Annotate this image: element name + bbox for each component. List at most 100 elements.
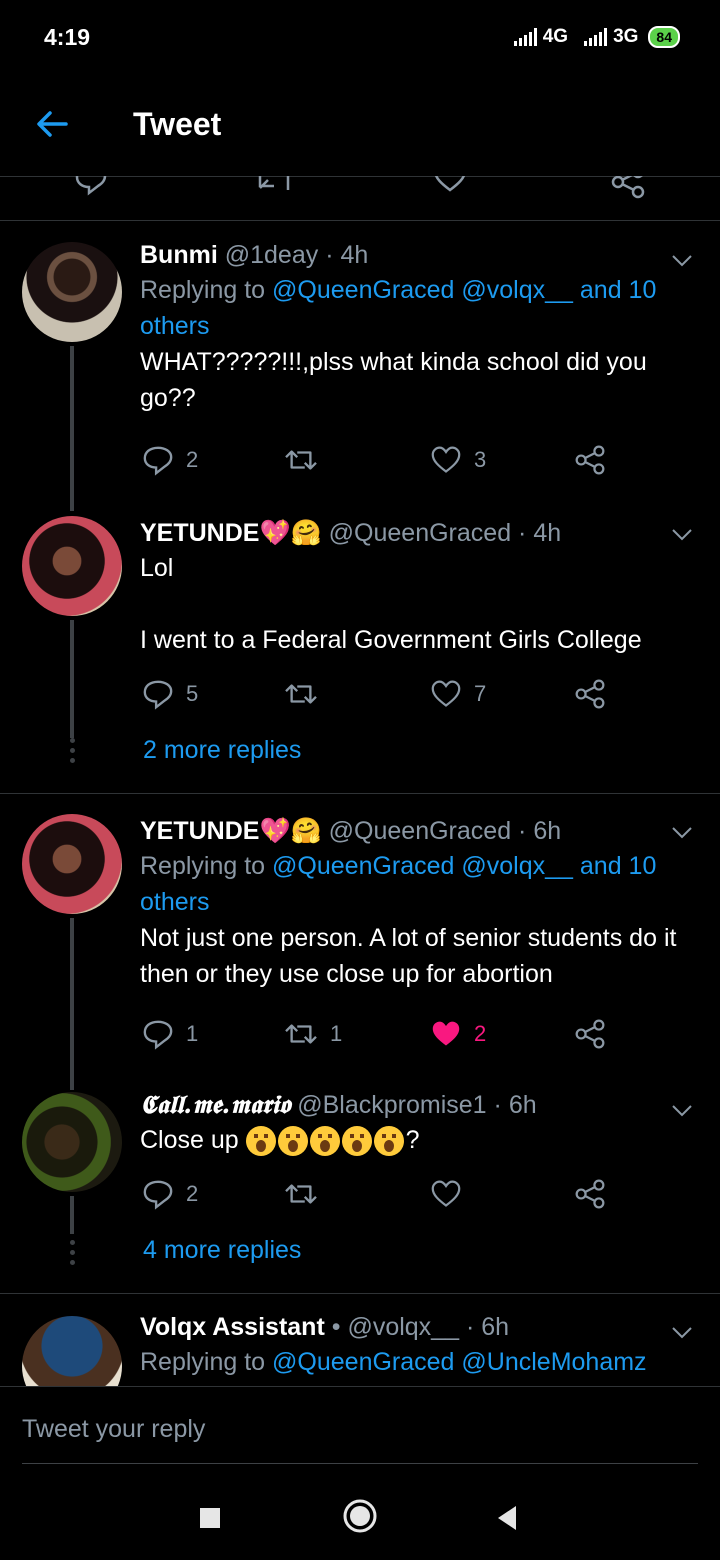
like-icon[interactable]	[432, 176, 468, 194]
display-name[interactable]: Bunmi	[140, 241, 218, 269]
thread-line	[70, 346, 74, 511]
handle[interactable]: @volqx__	[347, 1313, 459, 1341]
share-icon	[575, 1179, 605, 1209]
tweet-text: Close up ?	[140, 1122, 685, 1158]
reply-composer: Tweet your reply	[0, 1386, 720, 1477]
avatar[interactable]	[22, 242, 122, 342]
avatar[interactable]	[22, 516, 122, 616]
retweet-icon	[285, 1024, 317, 1044]
retweet-button[interactable]	[284, 674, 330, 714]
back-arrow-icon[interactable]	[34, 106, 70, 142]
retweet-count: 1	[330, 1021, 343, 1046]
thread-line	[70, 620, 74, 738]
system-nav-bar	[0, 1476, 720, 1560]
retweet-button[interactable]	[284, 1174, 330, 1214]
share-button[interactable]	[574, 440, 606, 480]
like-button[interactable]: 7	[430, 674, 486, 714]
input-underline	[22, 1463, 698, 1464]
handle[interactable]: @QueenGraced	[329, 817, 511, 845]
tweet-actions: 2 3	[142, 440, 622, 480]
avatar[interactable]	[22, 1316, 122, 1386]
reply-input[interactable]: Tweet your reply	[22, 1415, 205, 1444]
share-icon	[575, 1019, 605, 1049]
tweet-header: YETUNDE💖🤗 @QueenGraced · 6h	[140, 814, 685, 848]
reply-count: 5	[186, 681, 199, 706]
retweet-icon	[285, 1184, 317, 1204]
divider	[0, 1293, 720, 1294]
separator: ·	[493, 1091, 502, 1119]
tweet-yetunde-reply[interactable]: YETUNDE💖🤗 @QueenGraced · 4h Lol I went t…	[0, 500, 720, 792]
handle[interactable]: @Blackpromise1	[297, 1091, 486, 1119]
like-button[interactable]	[430, 1174, 474, 1214]
replying-to: Replying to @QueenGraced @UncleMohamz	[140, 1344, 685, 1380]
separator: ·	[518, 519, 527, 547]
like-button[interactable]: 3	[430, 440, 486, 480]
display-name[interactable]: YETUNDE💖🤗	[140, 519, 322, 547]
heart-filled-icon	[432, 1021, 460, 1046]
share-button[interactable]	[574, 1174, 606, 1214]
tweet-volqx[interactable]: Volqx Assistant • @volqx__ · 6h Replying…	[0, 1300, 720, 1386]
reply-icon	[143, 680, 173, 710]
tweet-mario[interactable]: 𝕮𝖆𝖑𝖑.𝖒𝖊.𝖒𝖆𝖗𝖎𝖔 @Blackpromise1 · 6h Close …	[0, 1078, 720, 1292]
avatar[interactable]	[22, 814, 122, 914]
tweet-actions: 5 7	[142, 674, 622, 714]
home-circle-icon[interactable]	[342, 1498, 378, 1534]
reply-icon	[143, 1180, 173, 1210]
reply-button[interactable]: 1	[142, 1014, 198, 1054]
handle[interactable]: @QueenGraced	[329, 519, 511, 547]
astonished-emoji-icon	[245, 1126, 406, 1157]
status-bar: 4:19 4G 3G 84	[0, 0, 720, 78]
status-time: 4:19	[44, 24, 91, 50]
reply-button[interactable]: 5	[142, 674, 198, 714]
recents-square-icon[interactable]	[198, 1506, 222, 1530]
retweet-icon[interactable]	[256, 176, 292, 196]
handle[interactable]: @1deay	[225, 241, 319, 269]
retweet-icon	[285, 684, 317, 704]
more-replies-link[interactable]: 4 more replies	[143, 1236, 301, 1265]
heart-icon	[431, 680, 461, 707]
app-bar: Tweet	[0, 78, 720, 177]
reply-button[interactable]: 2	[142, 440, 198, 480]
more-replies-link[interactable]: 2 more replies	[143, 736, 301, 765]
share-button[interactable]	[574, 1014, 606, 1054]
share-icon[interactable]	[610, 176, 646, 200]
retweet-button[interactable]: 1	[284, 1014, 342, 1054]
tweet-text: Not just one person. A lot of senior stu…	[140, 924, 677, 988]
tweet-text-main: Close up	[140, 1126, 239, 1154]
tweet-bunmi[interactable]: Bunmi @1deay · 4h Replying to @QueenGrac…	[0, 222, 720, 511]
retweet-button[interactable]	[284, 440, 330, 480]
tweet-text-suffix: ?	[405, 1126, 420, 1154]
signal-icon-2	[584, 28, 608, 46]
back-triangle-icon[interactable]	[494, 1504, 520, 1532]
battery-icon: 84	[648, 26, 680, 48]
display-name[interactable]: YETUNDE💖🤗	[140, 817, 322, 845]
replying-prefix: Replying to	[140, 276, 266, 304]
thread-line	[70, 918, 74, 1090]
signal-icon	[513, 28, 537, 46]
tweet-yetunde-thread[interactable]: YETUNDE💖🤗 @QueenGraced · 6h Replying to …	[0, 800, 720, 1090]
reply-button[interactable]: 2	[142, 1174, 198, 1214]
replying-to: Replying to @QueenGraced @volqx__ and 10…	[140, 848, 685, 920]
previous-tweet-actions	[0, 176, 720, 221]
display-name[interactable]: 𝕮𝖆𝖑𝖑.𝖒𝖊.𝖒𝖆𝖗𝖎𝖔	[140, 1090, 290, 1119]
avatar[interactable]	[22, 1092, 122, 1192]
replying-prefix: Replying to	[140, 852, 266, 880]
tweet-header: Volqx Assistant • @volqx__ · 6h	[140, 1310, 685, 1344]
reply-icon[interactable]	[74, 176, 108, 196]
display-name[interactable]: Volqx Assistant	[140, 1313, 325, 1341]
share-icon	[575, 679, 605, 709]
reply-count: 1	[186, 1021, 199, 1046]
heart-icon	[431, 446, 461, 473]
heart-icon	[431, 1180, 461, 1207]
share-button[interactable]	[574, 674, 606, 714]
like-count: 2	[474, 1021, 487, 1046]
mentions-link[interactable]: @QueenGraced @UncleMohamz	[272, 1348, 647, 1376]
tweet-actions: 2	[142, 1174, 622, 1214]
timestamp: 6h	[508, 1091, 537, 1119]
like-button[interactable]: 2	[430, 1014, 486, 1054]
tweet-text: WHAT?????!!!,plss what kinda school did …	[140, 348, 647, 412]
thread-dots	[67, 738, 77, 768]
network-3g: 3G	[613, 26, 639, 47]
thread-line	[70, 1196, 74, 1234]
tweet-text-line2: I went to a Federal Government Girls Col…	[140, 626, 642, 654]
